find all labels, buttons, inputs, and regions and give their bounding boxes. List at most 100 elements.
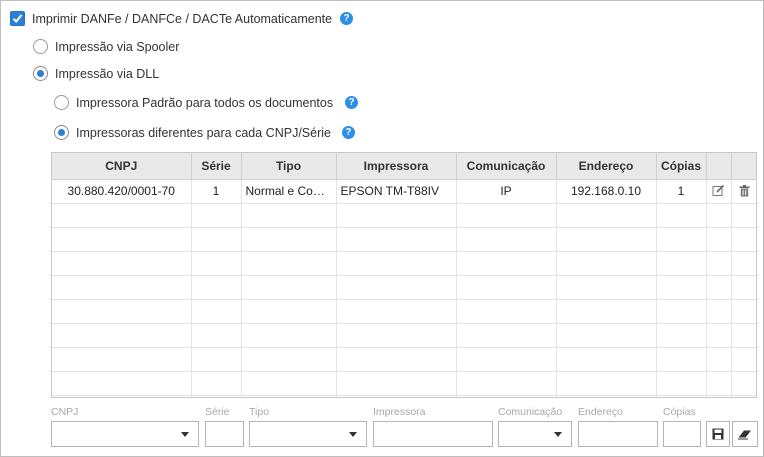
empty-cell — [191, 347, 242, 372]
default-printer-radio[interactable] — [54, 95, 69, 110]
per-cnpj-option[interactable]: Impressoras diferentes para cada CNPJ/Sé… — [54, 125, 355, 140]
empty-cell — [336, 299, 457, 324]
help-icon[interactable]: ? — [345, 96, 359, 109]
empty-cell — [456, 371, 557, 396]
delete-cell — [731, 179, 756, 204]
chevron-down-icon — [554, 432, 562, 437]
empty-cell — [731, 299, 756, 324]
serie-field-label: Série — [205, 406, 230, 418]
table-row[interactable]: 30.880.420/0001-70 1 Normal e Contingênc… — [52, 179, 756, 204]
empty-cell — [52, 203, 192, 228]
empty-cell — [556, 299, 657, 324]
help-icon[interactable]: ? — [340, 12, 354, 25]
empty-cell — [336, 203, 457, 228]
save-button[interactable] — [706, 421, 730, 447]
empty-cell — [456, 227, 557, 252]
column-header-delete — [731, 153, 756, 180]
check-icon — [12, 14, 23, 23]
auto-print-checkbox[interactable] — [10, 11, 25, 26]
spooler-option[interactable]: Impressão via Spooler — [33, 39, 179, 54]
empty-table-row — [52, 323, 756, 348]
empty-table-row — [52, 275, 756, 300]
empty-cell — [336, 227, 457, 252]
column-header-tipo[interactable]: Tipo — [241, 153, 337, 180]
eraser-icon — [738, 430, 751, 440]
empty-cell — [52, 323, 192, 348]
empty-cell — [706, 395, 732, 397]
empty-cell — [731, 275, 756, 300]
default-printer-label: Impressora Padrão para todos os document… — [76, 95, 334, 110]
comunicacao-field-label: Comunicação — [498, 406, 563, 418]
empty-cell — [556, 323, 657, 348]
empty-cell — [656, 347, 707, 372]
empty-cell — [706, 275, 732, 300]
serie-input[interactable] — [205, 421, 244, 447]
empty-cell — [241, 299, 337, 324]
empty-cell — [52, 371, 192, 396]
default-printer-option[interactable]: Impressora Padrão para todos os document… — [54, 95, 359, 110]
endereco-input[interactable] — [578, 421, 658, 447]
column-header-comunicacao[interactable]: Comunicação — [456, 153, 557, 180]
empty-table-row — [52, 203, 756, 228]
empty-cell — [656, 251, 707, 276]
auto-print-label: Imprimir DANFe / DANFCe / DACTe Automati… — [32, 11, 333, 26]
comunicacao-select[interactable] — [498, 421, 572, 447]
empty-cell — [456, 395, 557, 397]
empty-cell — [706, 203, 732, 228]
tipo-select[interactable] — [249, 421, 367, 447]
empty-cell — [336, 371, 457, 396]
spooler-radio[interactable] — [33, 39, 48, 54]
per-cnpj-label: Impressoras diferentes para cada CNPJ/Sé… — [76, 125, 331, 140]
empty-cell — [241, 395, 337, 397]
empty-cell — [336, 323, 457, 348]
chevron-down-icon — [181, 432, 189, 437]
cnpj-select[interactable] — [51, 421, 199, 447]
per-cnpj-radio[interactable] — [54, 125, 69, 140]
empty-cell — [556, 227, 657, 252]
save-icon — [712, 428, 724, 440]
empty-cell — [52, 275, 192, 300]
empty-cell — [241, 323, 337, 348]
empty-cell — [556, 203, 657, 228]
column-header-serie[interactable]: Série — [191, 153, 242, 180]
empty-table-row — [52, 395, 756, 397]
column-header-impressora[interactable]: Impressora — [336, 153, 457, 180]
impressora-input[interactable] — [373, 421, 493, 447]
empty-cell — [556, 251, 657, 276]
empty-table-row — [52, 227, 756, 252]
clear-button[interactable] — [732, 421, 758, 447]
trash-icon[interactable] — [735, 182, 753, 200]
spooler-label: Impressão via Spooler — [55, 39, 180, 54]
empty-cell — [656, 203, 707, 228]
cell-copias: 1 — [656, 179, 707, 204]
empty-cell — [241, 275, 337, 300]
cell-cnpj: 30.880.420/0001-70 — [52, 179, 192, 204]
empty-cell — [456, 299, 557, 324]
empty-cell — [706, 371, 732, 396]
dll-radio[interactable] — [33, 66, 48, 81]
empty-cell — [191, 275, 242, 300]
copias-input[interactable] — [663, 421, 701, 447]
empty-table-row — [52, 347, 756, 372]
auto-print-option[interactable]: Imprimir DANFe / DANFCe / DACTe Automati… — [10, 11, 354, 26]
empty-cell — [241, 203, 337, 228]
column-header-cnpj[interactable]: CNPJ — [52, 153, 192, 180]
empty-cell — [191, 299, 242, 324]
help-icon[interactable]: ? — [341, 126, 355, 139]
empty-cell — [191, 323, 242, 348]
dll-option[interactable]: Impressão via DLL — [33, 66, 159, 81]
impressora-field-label: Impressora — [373, 406, 426, 418]
column-header-endereco[interactable]: Endereço — [556, 153, 657, 180]
cell-comunicacao: IP — [456, 179, 557, 204]
edit-icon[interactable] — [710, 182, 728, 200]
empty-cell — [656, 371, 707, 396]
empty-cell — [556, 371, 657, 396]
empty-cell — [556, 395, 657, 397]
empty-table-row — [52, 371, 756, 396]
empty-cell — [731, 251, 756, 276]
empty-table-row — [52, 299, 756, 324]
empty-cell — [52, 395, 192, 397]
empty-cell — [456, 275, 557, 300]
column-header-copias[interactable]: Cópias — [656, 153, 707, 180]
empty-cell — [241, 251, 337, 276]
